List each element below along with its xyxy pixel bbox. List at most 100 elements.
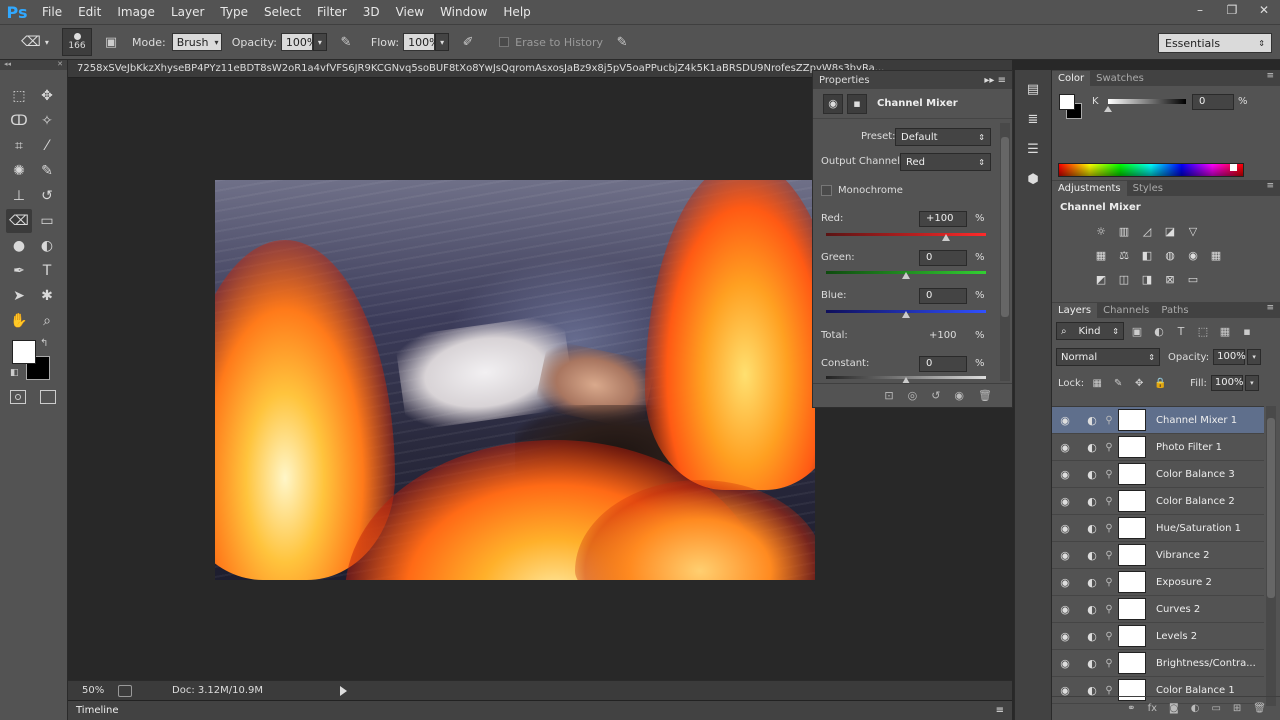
k-slider-thumb[interactable] — [1104, 106, 1112, 112]
visibility-eye-icon[interactable]: ◉ — [1052, 576, 1078, 589]
curves-icon[interactable]: ◿ — [1138, 222, 1156, 240]
visibility-eye-icon[interactable]: ◉ — [1052, 684, 1078, 697]
view-previous-state-icon[interactable]: ◎ — [908, 389, 918, 402]
filter-toggle-icon[interactable]: ▪ — [1238, 324, 1256, 338]
layer-mask-thumbnail[interactable] — [1118, 625, 1146, 647]
k-slider-track[interactable] — [1108, 99, 1186, 104]
link-chain-icon[interactable]: ⚲ — [1102, 415, 1116, 426]
document-canvas-image[interactable] — [215, 180, 815, 580]
layer-row[interactable]: ◉ ◐ ⚲ Photo Filter 1 — [1052, 434, 1264, 461]
visibility-eye-icon[interactable]: ◉ — [1052, 441, 1078, 454]
output-channel-dropdown[interactable]: Red ⇕ — [900, 153, 991, 171]
eraser-tool-icon[interactable]: ⌫ — [6, 209, 32, 233]
lasso-tool-icon[interactable]: ↀ — [6, 109, 32, 133]
layer-name[interactable]: Vibrance 2 — [1156, 550, 1210, 561]
threshold-icon[interactable]: ◨ — [1138, 270, 1156, 288]
panel-menu-icon[interactable]: ≡ — [1266, 181, 1274, 191]
tab-channels[interactable]: Channels — [1097, 303, 1155, 318]
blur-tool-icon[interactable]: ● — [6, 234, 32, 258]
erase-to-history-checkbox[interactable] — [499, 37, 510, 47]
status-info-icon[interactable] — [118, 684, 132, 697]
close-button[interactable]: ✕ — [1248, 0, 1280, 20]
preset-dropdown[interactable]: Default ⇕ — [895, 128, 991, 146]
screen-mode-icon[interactable] — [40, 390, 56, 404]
pressure-opacity-icon[interactable]: ✎ — [335, 31, 357, 53]
layer-row[interactable]: ◉ ◐ ⚲ Curves 2 — [1052, 596, 1264, 623]
menu-select[interactable]: Select — [256, 0, 309, 24]
new-layer-icon[interactable]: ⊞ — [1233, 703, 1241, 714]
brush-preset-picker[interactable]: 166 — [62, 28, 92, 56]
link-chain-icon[interactable]: ⚲ — [1102, 469, 1116, 480]
photo-filter-icon[interactable]: ◍ — [1161, 246, 1179, 264]
layer-mask-thumbnail[interactable] — [1118, 544, 1146, 566]
filter-pixel-icon[interactable]: ▣ — [1128, 324, 1146, 338]
3d-panel-icon[interactable]: ⬢ — [1021, 168, 1045, 190]
hand-tool-icon[interactable]: ✋ — [6, 309, 32, 333]
layer-mask-thumbnail[interactable] — [1118, 598, 1146, 620]
constant-value-input[interactable]: 0 — [919, 356, 967, 372]
filter-adjustment-icon[interactable]: ◐ — [1150, 324, 1168, 338]
kind-filter-dropdown[interactable]: ⌕ Kind ⇕ — [1056, 322, 1124, 340]
path-selection-tool-icon[interactable]: ➤ — [6, 284, 32, 308]
properties-header[interactable]: Properties ▸▸ ≡ — [813, 71, 1012, 89]
link-chain-icon[interactable]: ⚲ — [1102, 442, 1116, 453]
levels-icon[interactable]: ▥ — [1115, 222, 1133, 240]
selective-color-icon[interactable]: ⊠ — [1161, 270, 1179, 288]
menu-file[interactable]: File — [34, 0, 70, 24]
flow-slider-toggle[interactable]: ▾ — [435, 33, 450, 51]
visibility-eye-icon[interactable]: ◉ — [1052, 549, 1078, 562]
menu-view[interactable]: View — [388, 0, 432, 24]
custom-shape-tool-icon[interactable]: ✱ — [34, 284, 60, 308]
visibility-eye-icon[interactable]: ◉ — [1052, 522, 1078, 535]
layer-name[interactable]: Exposure 2 — [1156, 577, 1212, 588]
fill-arrow[interactable]: ▾ — [1244, 375, 1259, 391]
properties-scrollbar[interactable] — [1000, 123, 1010, 381]
menu-image[interactable]: Image — [109, 0, 163, 24]
layer-name[interactable]: Curves 2 — [1156, 604, 1200, 615]
panel-menu-icon[interactable]: ≡ — [1266, 303, 1274, 313]
layer-mask-thumbnail[interactable] — [1118, 409, 1146, 431]
layer-row[interactable]: ◉ ◐ ⚲ Exposure 2 — [1052, 569, 1264, 596]
clone-stamp-tool-icon[interactable]: ⊥ — [6, 184, 32, 208]
gradient-map-icon[interactable]: ▭ — [1184, 270, 1202, 288]
red-slider-track[interactable] — [826, 233, 986, 236]
green-value-input[interactable]: 0 — [919, 250, 967, 266]
link-chain-icon[interactable]: ⚲ — [1102, 604, 1116, 615]
opacity-slider-toggle[interactable]: ▾ — [312, 33, 327, 51]
menu-window[interactable]: Window — [432, 0, 495, 24]
menu-edit[interactable]: Edit — [70, 0, 109, 24]
menu-help[interactable]: Help — [495, 0, 538, 24]
layer-name[interactable]: Color Balance 1 — [1156, 685, 1235, 696]
reset-defaults-icon[interactable]: ↺ — [931, 389, 940, 402]
brush-presets-icon[interactable]: ☰ — [1021, 138, 1045, 160]
flow-input[interactable]: 100% — [403, 33, 440, 51]
opacity-input[interactable]: 100% — [280, 33, 317, 51]
panel-menu-icon[interactable]: ≡ — [996, 705, 1004, 716]
vibrance-icon[interactable]: ▽ — [1184, 222, 1202, 240]
tab-swatches[interactable]: Swatches — [1090, 71, 1150, 86]
history-panel-icon[interactable]: ▤ — [1021, 78, 1045, 100]
gradient-tool-icon[interactable]: ▭ — [34, 209, 60, 233]
quick-selection-tool-icon[interactable]: ✧ — [34, 109, 60, 133]
visibility-eye-icon[interactable]: ◉ — [1052, 495, 1078, 508]
timeline-panel-tab[interactable]: Timeline ≡ — [68, 700, 1012, 720]
layer-opacity-arrow[interactable]: ▾ — [1247, 349, 1262, 365]
lock-position-icon[interactable]: ✥ — [1131, 376, 1147, 390]
adjustment-layer-icon[interactable]: ◉ — [823, 93, 843, 114]
eraser-tool-preset-icon[interactable]: ⌫ ▾ — [18, 30, 52, 54]
color-lookup-icon[interactable]: ▦ — [1207, 246, 1225, 264]
red-slider-thumb[interactable] — [942, 234, 950, 241]
layer-opacity-input[interactable]: 100% — [1213, 349, 1246, 365]
toolbox-header[interactable]: ◂◂ ✕ — [0, 60, 67, 70]
tab-paths[interactable]: Paths — [1155, 303, 1194, 318]
zoom-tool-icon[interactable]: ⌕ — [34, 309, 60, 333]
layer-row[interactable]: ◉ ◐ ⚲ Channel Mixer 1 — [1052, 407, 1264, 434]
fill-input[interactable]: 100% — [1210, 375, 1244, 391]
tab-color[interactable]: Color — [1052, 71, 1091, 86]
eyedropper-tool-icon[interactable]: ⁄ — [34, 134, 60, 158]
visibility-eye-icon[interactable]: ◉ — [1052, 657, 1078, 670]
visibility-eye-icon[interactable]: ◉ — [1052, 603, 1078, 616]
minimize-button[interactable]: – — [1184, 0, 1216, 20]
add-mask-icon[interactable]: ◙ — [1169, 703, 1179, 714]
airbrush-icon[interactable]: ✐ — [457, 31, 479, 53]
